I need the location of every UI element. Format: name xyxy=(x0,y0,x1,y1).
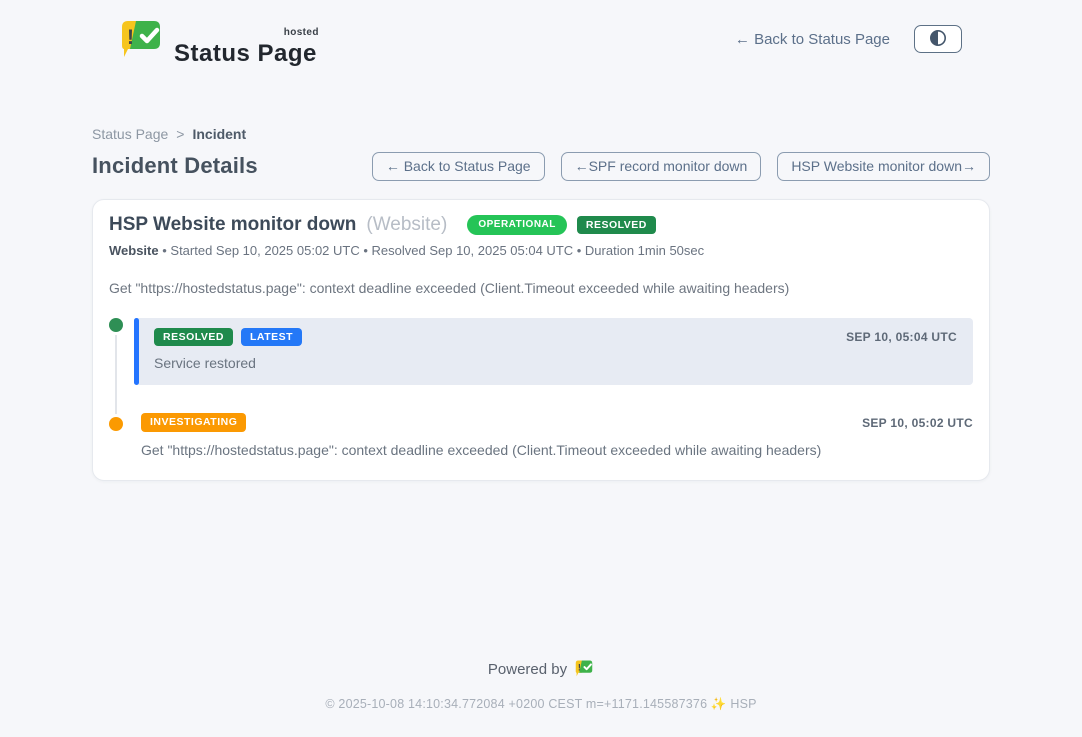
resolved-badge: RESOLVED xyxy=(577,216,656,235)
timeline-entry-badges: INVESTIGATING xyxy=(141,413,246,432)
brand-bubble-icon: ! xyxy=(118,13,164,66)
timeline-dot-orange xyxy=(109,417,123,431)
breadcrumb-status-page[interactable]: Status Page xyxy=(92,126,168,142)
timeline-dot-green xyxy=(109,318,123,332)
resolved-badge: RESOLVED xyxy=(154,328,233,347)
operational-badge: OPERATIONAL xyxy=(467,215,567,235)
breadcrumb-separator: > xyxy=(176,126,184,142)
investigating-badge: INVESTIGATING xyxy=(141,413,246,432)
half-circle-contrast-icon xyxy=(928,28,948,51)
powered-by-label: Powered by xyxy=(488,661,567,678)
timeline-entry-timestamp: SEP 10, 05:02 UTC xyxy=(862,416,973,430)
timeline-entry-header: INVESTIGATING SEP 10, 05:02 UTC xyxy=(141,413,973,432)
timeline-entry-message: Get "https://hostedstatus.page": context… xyxy=(141,442,973,458)
breadcrumb: Status Page > Incident xyxy=(92,126,990,142)
incident-component: (Website) xyxy=(366,214,447,236)
next-incident-button[interactable]: HSP Website monitor down→ xyxy=(777,152,990,181)
header-actions: ← Back to Status Page xyxy=(735,25,962,53)
brand-superscript: hosted xyxy=(284,28,319,38)
svg-text:!: ! xyxy=(127,26,134,49)
incident-timeline: RESOLVED LATEST SEP 10, 05:04 UTC Servic… xyxy=(109,318,973,458)
timeline-entry-message: Service restored xyxy=(154,355,957,371)
incident-description: Get "https://hostedstatus.page": context… xyxy=(109,280,973,296)
title-row: Incident Details ← Back to Status Page ←… xyxy=(92,152,990,181)
incident-meta-times: • Started Sep 10, 2025 05:02 UTC • Resol… xyxy=(162,243,704,258)
timeline-entry-badges: RESOLVED LATEST xyxy=(154,328,302,347)
incident-nav-buttons: ← Back to Status Page ←SPF record monito… xyxy=(372,152,990,181)
back-to-status-page-button[interactable]: ← Back to Status Page xyxy=(372,152,545,181)
latest-badge: LATEST xyxy=(241,328,302,347)
svg-text:!: ! xyxy=(578,662,581,672)
brand-logo[interactable]: ! Status Page hosted xyxy=(118,13,317,66)
main-content: Status Page > Incident Incident Details … xyxy=(92,126,990,481)
timeline-entry-timestamp: SEP 10, 05:04 UTC xyxy=(846,330,957,344)
theme-toggle-button[interactable] xyxy=(914,25,962,53)
brand-name: Status Page hosted xyxy=(174,30,317,66)
powered-by[interactable]: Powered by ! xyxy=(488,657,594,682)
incident-meta-component: Website xyxy=(109,243,159,258)
page-title: Incident Details xyxy=(92,153,258,179)
copyright-line: © 2025-10-08 14:10:34.772084 +0200 CEST … xyxy=(0,697,1082,712)
timeline-entry-resolved: RESOLVED LATEST SEP 10, 05:04 UTC Servic… xyxy=(109,318,973,386)
timeline-entry-plain: INVESTIGATING SEP 10, 05:02 UTC Get "htt… xyxy=(141,413,973,458)
header-back-link[interactable]: ← Back to Status Page xyxy=(735,31,890,48)
timeline-entry-card: RESOLVED LATEST SEP 10, 05:04 UTC Servic… xyxy=(134,318,973,386)
timeline-entry-header: RESOLVED LATEST SEP 10, 05:04 UTC xyxy=(154,328,957,347)
prev-incident-button[interactable]: ←SPF record monitor down xyxy=(561,152,762,181)
incident-title: HSP Website monitor down xyxy=(109,214,356,236)
incident-meta: Website • Started Sep 10, 2025 05:02 UTC… xyxy=(109,243,973,259)
incident-card: HSP Website monitor down (Website) OPERA… xyxy=(92,199,990,481)
incident-title-row: HSP Website monitor down (Website) OPERA… xyxy=(109,214,973,236)
site-header: ! Status Page hosted ← Back to Status Pa… xyxy=(0,0,1082,62)
timeline-entry-investigating: INVESTIGATING SEP 10, 05:02 UTC Get "htt… xyxy=(109,413,973,458)
breadcrumb-incident: Incident xyxy=(192,126,246,142)
page-footer: Powered by ! © 2025-10-08 14:10:34.77208… xyxy=(0,657,1082,712)
brand-bubble-icon-small: ! xyxy=(574,657,594,682)
